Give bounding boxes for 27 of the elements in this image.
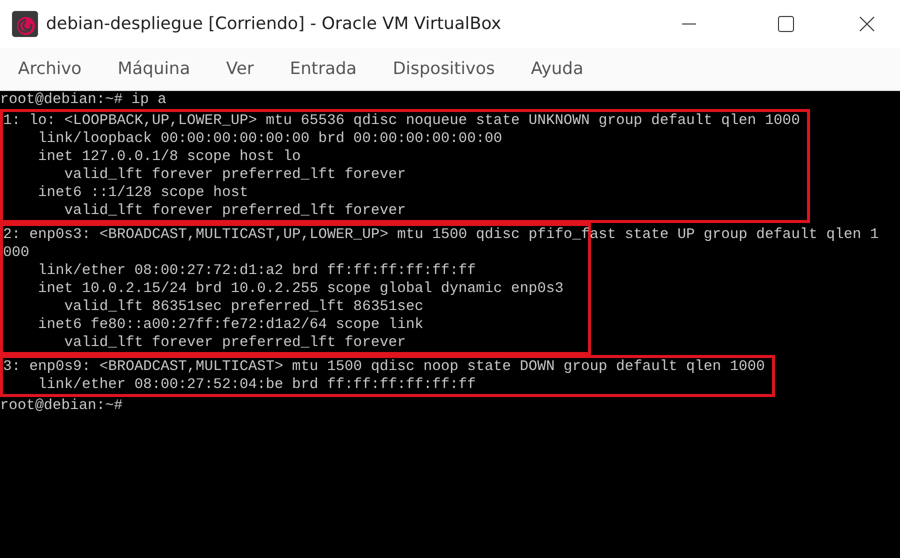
- terminal-line: root@debian:~# ip a: [0, 91, 166, 109]
- terminal-line: valid_lft forever preferred_lft forever: [63, 166, 407, 184]
- terminal-line: valid_lft forever preferred_lft forever: [63, 202, 407, 220]
- terminal-line: link/ether 08:00:27:72:d1:a2 brd ff:ff:ff:ff:ff:ff: [37, 262, 477, 280]
- close-icon[interactable]: [859, 16, 875, 32]
- window-title: debian-despliegue [Corriendo] - Oracle VM VirtualBox: [46, 14, 502, 34]
- menu-item[interactable]: Máquina: [118, 59, 190, 79]
- terminal-line: link/loopback 00:00:00:00:00:00 brd 00:00:00:00:00:00: [37, 130, 504, 148]
- menu-item[interactable]: Dispositivos: [392, 59, 495, 79]
- terminal-line: inet6 fe80::a00:27ff:fe72:d1a2/64 scope link: [37, 316, 424, 334]
- terminal-line: 3: enp0s9: <BROADCAST,MULTICAST> mtu 1500 qdisc noop state DOWN group default qlen 1000: [3, 358, 765, 376]
- minimize-icon[interactable]: [682, 23, 696, 25]
- menu-item[interactable]: Ayuda: [530, 59, 584, 79]
- terminal-line: 1: lo: <LOOPBACK,UP,LOWER_UP> mtu 65536 qdisc noqueue state UNKNOWN group default qlen 1000: [3, 112, 800, 130]
- terminal-line: valid_lft 86351sec preferred_lft 86351sec: [63, 298, 424, 316]
- terminal-line: root@debian:~#: [0, 397, 123, 415]
- menu-item[interactable]: Ver: [226, 59, 254, 79]
- terminal-line: inet6 ::1/128 scope host: [37, 184, 250, 202]
- terminal-line: inet 127.0.0.1/8 scope host lo: [37, 148, 302, 166]
- terminal-line: valid_lft forever preferred_lft forever: [63, 334, 407, 352]
- terminal-line: inet 10.0.2.15/24 brd 10.0.2.255 scope global dynamic enp0s3: [37, 280, 564, 298]
- terminal-line: link/ether 08:00:27:52:04:be brd ff:ff:ff:ff:ff:ff: [37, 376, 477, 394]
- menu-item[interactable]: Entrada: [290, 59, 357, 79]
- menu-item[interactable]: Archivo: [18, 59, 82, 79]
- swirl-logo-icon: [12, 11, 38, 37]
- terminal-line: 000: [3, 244, 30, 262]
- maximize-icon[interactable]: [778, 16, 794, 32]
